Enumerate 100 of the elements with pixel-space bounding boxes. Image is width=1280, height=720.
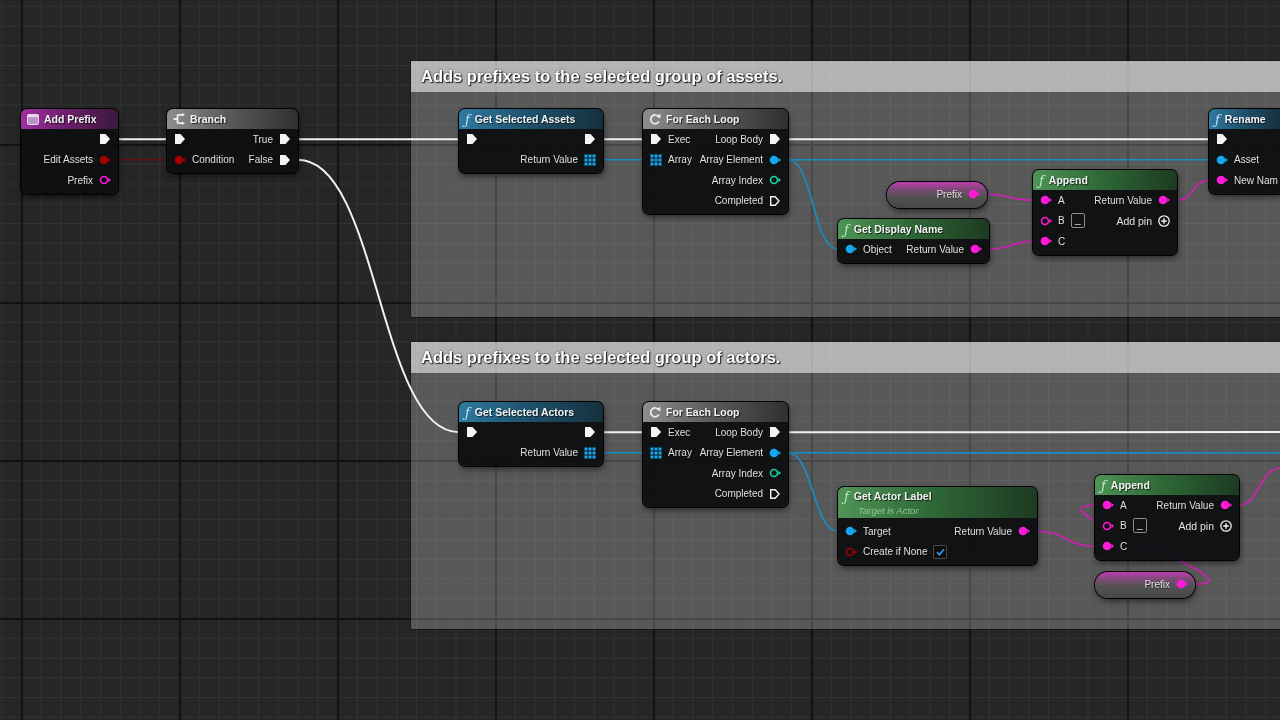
graph-node[interactable]: Add Prefix Edit Assets Prefix — [21, 109, 118, 194]
default-value-field[interactable]: _ — [1070, 213, 1085, 229]
graph-node[interactable]: ƒ Get Selected Assets Return Value — [459, 109, 603, 173]
pin-label: Array Index — [711, 467, 763, 479]
data-pin-icon[interactable] — [1102, 540, 1114, 553]
pin-label: Prefix — [1144, 578, 1170, 590]
comment-title: Adds prefixes to the selected group of assets. — [411, 61, 1280, 92]
data-pin-icon[interactable] — [1040, 214, 1052, 227]
data-pin-icon[interactable] — [769, 153, 781, 166]
exec-pin-icon[interactable] — [650, 426, 662, 439]
exec-pin-icon[interactable] — [769, 487, 781, 500]
data-pin-icon[interactable] — [1040, 235, 1052, 248]
data-pin-icon[interactable] — [845, 243, 857, 256]
data-pin-icon[interactable] — [1216, 153, 1228, 166]
graph-node[interactable]: ƒ Append A Return Value B _ Add pin C — [1095, 475, 1239, 560]
graph-node[interactable]: ƒ Get Selected Actors Return Value — [459, 402, 603, 466]
pin-label: Target — [863, 525, 891, 537]
pin-label: Asset — [1234, 154, 1259, 166]
graph-node[interactable]: ƒ Append A Return Value B _ Add pin C — [1033, 170, 1177, 255]
data-pin-icon[interactable] — [1040, 194, 1052, 207]
pin-label: Array Index — [711, 174, 763, 186]
pin-label: Array Element — [699, 154, 763, 166]
loop-icon — [649, 113, 661, 125]
exec-pin-icon[interactable] — [466, 133, 478, 146]
exec-pin-icon[interactable] — [584, 426, 596, 439]
exec-pin-icon[interactable] — [769, 194, 781, 207]
pin-label: Completed — [714, 488, 763, 500]
data-pin-icon[interactable] — [845, 525, 857, 538]
data-pin-icon[interactable] — [970, 243, 982, 256]
data-pin-icon[interactable] — [1018, 525, 1030, 538]
graph-node[interactable]: ƒ Get Actor Label Target is Actor Target Return Value Create if None — [838, 487, 1037, 565]
pin-label: Return Value — [906, 243, 964, 255]
graph-node[interactable]: ƒ Rename Asset New Nam — [1209, 109, 1280, 194]
exec-pin-icon[interactable] — [584, 133, 596, 146]
checkbox[interactable] — [933, 544, 948, 559]
array-pin-icon[interactable] — [584, 153, 596, 166]
pin-label: B — [1120, 520, 1127, 532]
pin-label: Exec — [668, 426, 691, 438]
pin-label: False — [248, 154, 273, 166]
check-icon — [936, 547, 945, 556]
data-pin-icon[interactable] — [769, 174, 781, 187]
graph-node[interactable]: For Each Loop Exec Loop Body Array Array Element Array Index Completed — [643, 109, 788, 214]
exec-pin-icon[interactable] — [174, 133, 186, 146]
exec-pin-icon[interactable] — [650, 133, 662, 146]
pin-label: Create if None — [863, 546, 928, 558]
exec-pin-icon[interactable] — [466, 426, 478, 439]
pin-label: True — [252, 133, 273, 145]
exec-pin-icon[interactable] — [769, 133, 781, 146]
pin-label: Return Value — [1094, 194, 1152, 206]
pin-label: A — [1058, 194, 1065, 206]
pin-label: B — [1058, 215, 1065, 227]
data-pin-icon[interactable] — [1102, 519, 1114, 532]
pin-label: Return Value — [520, 447, 578, 459]
data-wire — [1176, 179, 1210, 202]
data-pin-icon[interactable] — [769, 467, 781, 480]
default-value-field[interactable]: _ — [1132, 518, 1147, 534]
array-pin-icon[interactable] — [650, 153, 662, 166]
window-icon — [27, 113, 39, 125]
graph-node[interactable]: Branch True Condition False — [167, 109, 298, 173]
data-pin-icon[interactable] — [1102, 499, 1114, 512]
node-title: Append — [1110, 479, 1150, 491]
exec-pin-icon[interactable] — [279, 133, 291, 146]
add-pin-button[interactable]: Add pin — [1178, 519, 1232, 532]
branch-icon — [173, 113, 185, 125]
pin-label: Loop Body — [715, 133, 763, 145]
node-title: For Each Loop — [666, 113, 740, 125]
graph-node[interactable]: For Each Loop Exec Loop Body Array Array Element Array Index Completed — [643, 402, 788, 507]
comment-title: Adds prefixes to the selected group of actors. — [411, 342, 1280, 373]
data-pin-icon[interactable] — [1216, 174, 1228, 187]
variable-node[interactable]: Prefix — [1095, 572, 1195, 598]
pin-label: Array — [668, 154, 692, 166]
data-wire — [1238, 467, 1280, 507]
exec-pin-icon[interactable] — [279, 153, 291, 166]
exec-pin-icon[interactable] — [99, 133, 111, 146]
graph-node[interactable]: ƒ Get Display Name Object Return Value — [838, 219, 989, 263]
data-pin-icon[interactable] — [1220, 499, 1232, 512]
data-pin-icon[interactable] — [99, 174, 111, 187]
pin-label: Array Element — [699, 447, 763, 459]
pin-label: Completed — [714, 195, 763, 207]
data-pin-icon[interactable] — [769, 446, 781, 459]
pin-label: Return Value — [954, 525, 1012, 537]
array-pin-icon[interactable] — [584, 446, 596, 459]
exec-pin-icon[interactable] — [769, 426, 781, 439]
data-pin-icon[interactable] — [1158, 194, 1170, 207]
add-pin-button[interactable]: Add pin — [1116, 214, 1170, 227]
pin-label: Exec — [668, 133, 691, 145]
node-title: Get Display Name — [853, 223, 944, 235]
variable-node[interactable]: Prefix — [887, 182, 987, 208]
data-wire — [602, 158, 644, 161]
node-title: Get Selected Actors — [474, 406, 575, 418]
array-pin-icon[interactable] — [650, 446, 662, 459]
plus-circle-icon — [1220, 519, 1232, 532]
node-title: Append — [1048, 174, 1088, 186]
data-wire — [988, 240, 1034, 251]
exec-pin-icon[interactable] — [1216, 133, 1228, 146]
node-title: Get Actor Label — [853, 490, 932, 502]
pin-label: Return Value — [520, 154, 578, 166]
pin-label: Array — [668, 447, 692, 459]
plus-circle-icon — [1158, 214, 1170, 227]
pin-label: A — [1120, 499, 1127, 511]
